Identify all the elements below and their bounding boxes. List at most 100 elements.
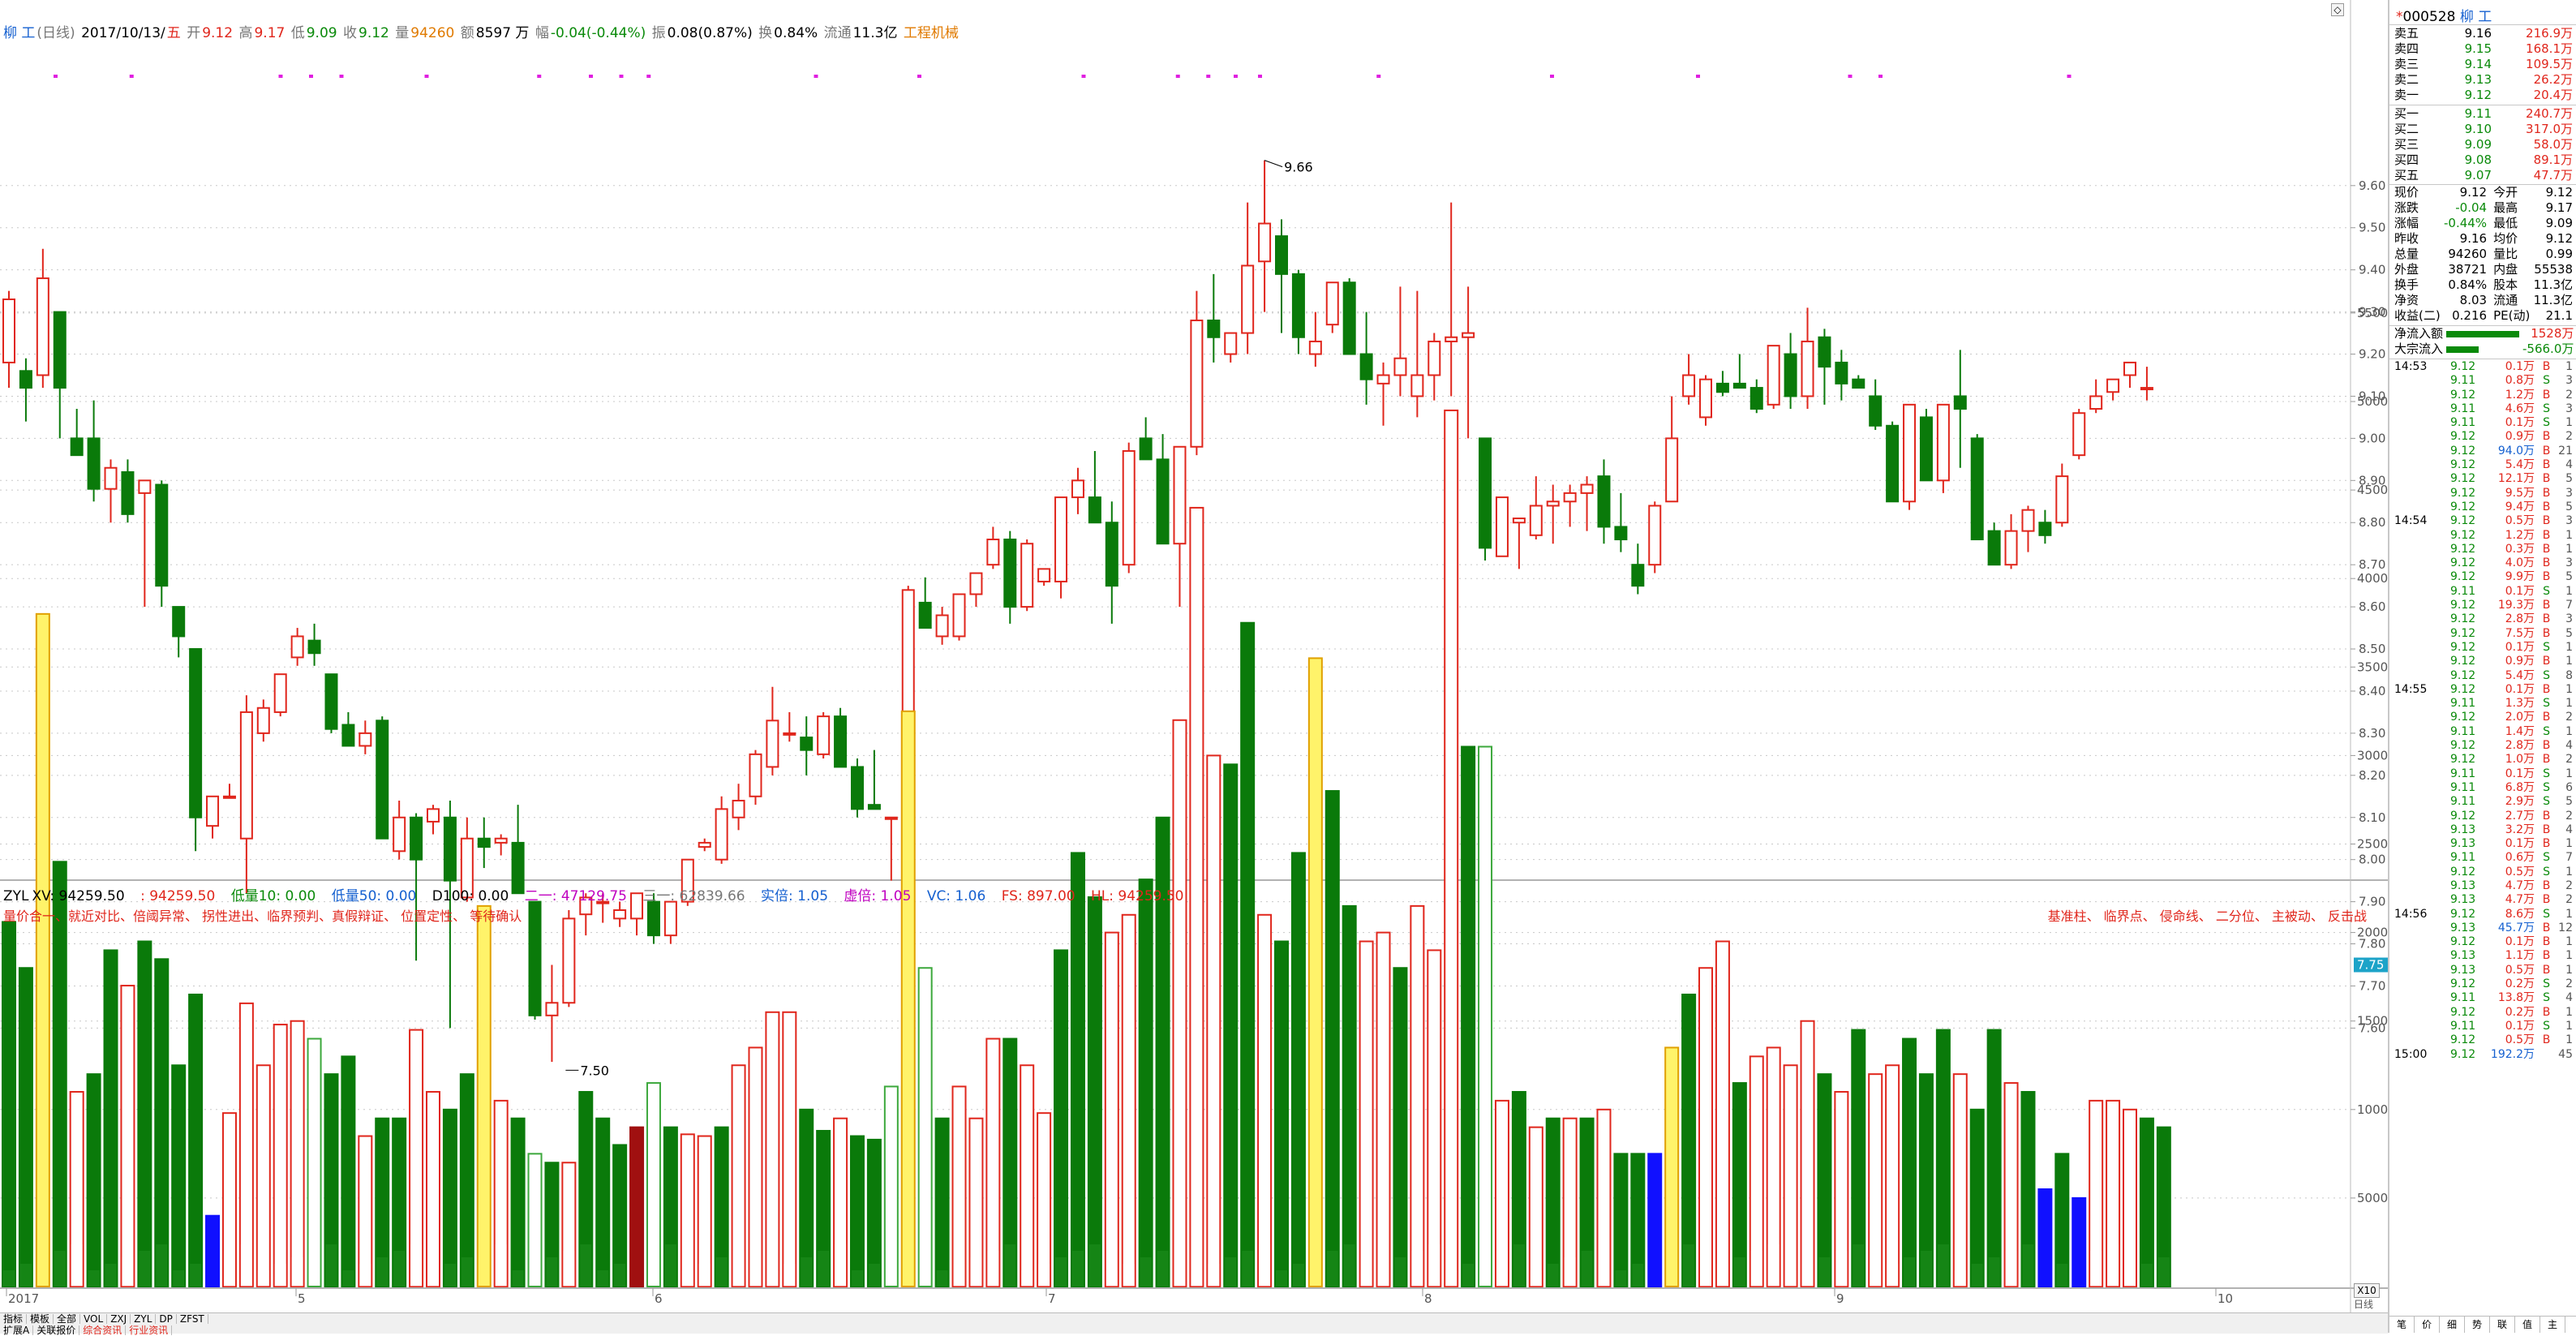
volume-bar-base xyxy=(1700,1270,1711,1287)
tab-2[interactable]: 综合资讯 xyxy=(79,1325,127,1335)
tab-1[interactable]: 模板 xyxy=(27,1314,54,1324)
panel-tab-4[interactable]: 联 xyxy=(2490,1317,2515,1333)
tick-price: 9.11 xyxy=(2449,724,2476,738)
signal-marker xyxy=(339,75,344,78)
sell-order-row[interactable]: 卖二 9.13 26.2万 xyxy=(2393,72,2574,88)
volume-bar-base xyxy=(868,1264,880,1287)
volume-bar xyxy=(1410,904,1425,1287)
tab-1[interactable]: 关联报价 xyxy=(33,1325,80,1335)
flow-row: 大宗流入 -566.0万 -7% xyxy=(2393,342,2576,357)
candle-body xyxy=(1393,357,1407,376)
tab-0[interactable]: 指标 xyxy=(0,1314,28,1324)
signal-marker xyxy=(129,75,134,78)
buy-order-row[interactable]: 买二 9.10 317.0万 xyxy=(2393,122,2574,137)
buy-order-row[interactable]: 买五 9.07 47.7万 xyxy=(2393,168,2574,183)
tick-volume: 9.5万 xyxy=(2505,486,2535,500)
price-tick-label: 9.60 xyxy=(2359,178,2385,193)
tab-7[interactable]: ZFST xyxy=(177,1314,208,1324)
tab-0[interactable]: 扩展A xyxy=(0,1325,34,1335)
tick-time xyxy=(2393,879,2442,893)
tick-time xyxy=(2393,641,2442,655)
panel-tab-5[interactable]: 值 xyxy=(2515,1317,2540,1333)
expand-icon[interactable]: ◇ xyxy=(2331,3,2344,16)
stat-value: 0.84% xyxy=(2448,277,2488,292)
tick-time xyxy=(2393,866,2442,879)
volume-bar xyxy=(850,1135,865,1288)
indicator-sb: 实倍: 1.05 xyxy=(761,888,829,904)
tab-3[interactable]: VOL xyxy=(80,1314,108,1324)
candle-body xyxy=(138,479,152,494)
stat-value: 0.216 xyxy=(2452,308,2488,323)
indicator-name[interactable]: ZYL xyxy=(3,888,29,904)
candle-body xyxy=(358,732,372,747)
volume-bar xyxy=(238,1002,254,1287)
volume-bar-base xyxy=(1411,1251,1423,1287)
tick-price: 9.12 xyxy=(2449,528,2476,542)
tick-row: 9.11 0.6万 S 7 xyxy=(2393,851,2574,865)
volume-bar xyxy=(1223,763,1239,1287)
volume-bar xyxy=(1324,790,1340,1287)
flow-label: 大宗流入 xyxy=(2394,342,2444,356)
tab-6[interactable]: DP xyxy=(156,1314,177,1324)
tick-side: B xyxy=(2542,935,2551,949)
panel-stock-name[interactable]: 柳 工 xyxy=(2460,9,2492,25)
volume-bar xyxy=(1613,1153,1629,1287)
tab-3[interactable]: 行业资讯 xyxy=(126,1325,173,1335)
panel-tab-3[interactable]: 势 xyxy=(2465,1317,2490,1333)
tab-2[interactable]: 全部 xyxy=(54,1314,81,1324)
stock-code: 000528 xyxy=(2402,9,2456,25)
candle-body xyxy=(2021,509,2035,532)
volume-bar xyxy=(1545,1117,1561,1287)
tick-row: 9.12 4.0万 B 3 xyxy=(2393,556,2574,570)
tick-time: 14:53 xyxy=(2394,360,2428,373)
sell-order-row[interactable]: 卖四 9.15 168.1万 xyxy=(2393,41,2574,57)
close-label: 收 xyxy=(343,25,357,41)
volume-bar-base xyxy=(801,1257,813,1287)
volume-bar xyxy=(290,1020,305,1287)
tick-side: S xyxy=(2543,402,2551,415)
buy-order-row[interactable]: 买一 9.11 240.7万 xyxy=(2393,106,2574,122)
tick-side: S xyxy=(2543,977,2551,991)
candle xyxy=(834,707,848,768)
volume-scale-button[interactable]: X10 xyxy=(2354,1283,2380,1298)
volume-bar xyxy=(2072,1196,2087,1288)
tick-price: 9.12 xyxy=(2449,430,2476,444)
panel-tab-1[interactable]: 价 xyxy=(2415,1317,2440,1333)
order-level: 买五 xyxy=(2394,168,2419,183)
sell-order-row[interactable]: 卖五 9.16 216.9万 xyxy=(2393,26,2574,41)
indicator-e2: 二一: 47129.75 xyxy=(524,888,627,904)
industry-label[interactable]: 工程机械 xyxy=(904,25,959,41)
buy-order-row[interactable]: 买四 9.08 89.1万 xyxy=(2393,153,2574,168)
order-price: 9.12 xyxy=(2464,88,2492,102)
candle-body xyxy=(766,720,779,768)
order-volume: 317.0万 xyxy=(2526,122,2573,136)
candle-body xyxy=(562,917,576,1004)
kline-chart[interactable]: 9.609.509.409.309.209.109.008.908.808.70… xyxy=(0,0,2388,1312)
candle-body xyxy=(1903,403,1917,503)
tick-count: 3 xyxy=(2565,486,2573,500)
order-level: 卖四 xyxy=(2394,41,2419,56)
candle-body xyxy=(494,837,508,844)
panel-tab-6[interactable]: 主 xyxy=(2540,1317,2565,1333)
tick-side: B xyxy=(2542,921,2551,934)
candle-body xyxy=(1020,543,1034,608)
stock-name[interactable]: 柳 工 xyxy=(3,25,35,41)
order-volume: 58.0万 xyxy=(2533,137,2573,152)
tick-count: 3 xyxy=(2565,402,2573,415)
candle-body xyxy=(427,808,440,823)
panel-tab-0[interactable]: 笔 xyxy=(2389,1317,2415,1333)
signal-marker xyxy=(278,75,283,78)
stat-value: 9.09 xyxy=(2545,216,2573,230)
panel-tab-2[interactable]: 细 xyxy=(2440,1317,2465,1333)
tick-price: 9.12 xyxy=(2449,739,2476,753)
tick-time xyxy=(2393,669,2442,683)
sell-order-row[interactable]: 卖一 9.12 20.4万 xyxy=(2393,88,2574,103)
tick-time xyxy=(2393,612,2442,626)
sell-order-row[interactable]: 卖三 9.14 109.5万 xyxy=(2393,57,2574,72)
tick-price: 9.11 xyxy=(2449,1019,2476,1033)
buy-order-row[interactable]: 买三 9.09 58.0万 xyxy=(2393,137,2574,153)
candle xyxy=(376,716,389,840)
tab-4[interactable]: ZXJ xyxy=(107,1314,131,1324)
volume-bar-base xyxy=(1055,1257,1067,1287)
tab-5[interactable]: ZYL xyxy=(131,1314,157,1324)
